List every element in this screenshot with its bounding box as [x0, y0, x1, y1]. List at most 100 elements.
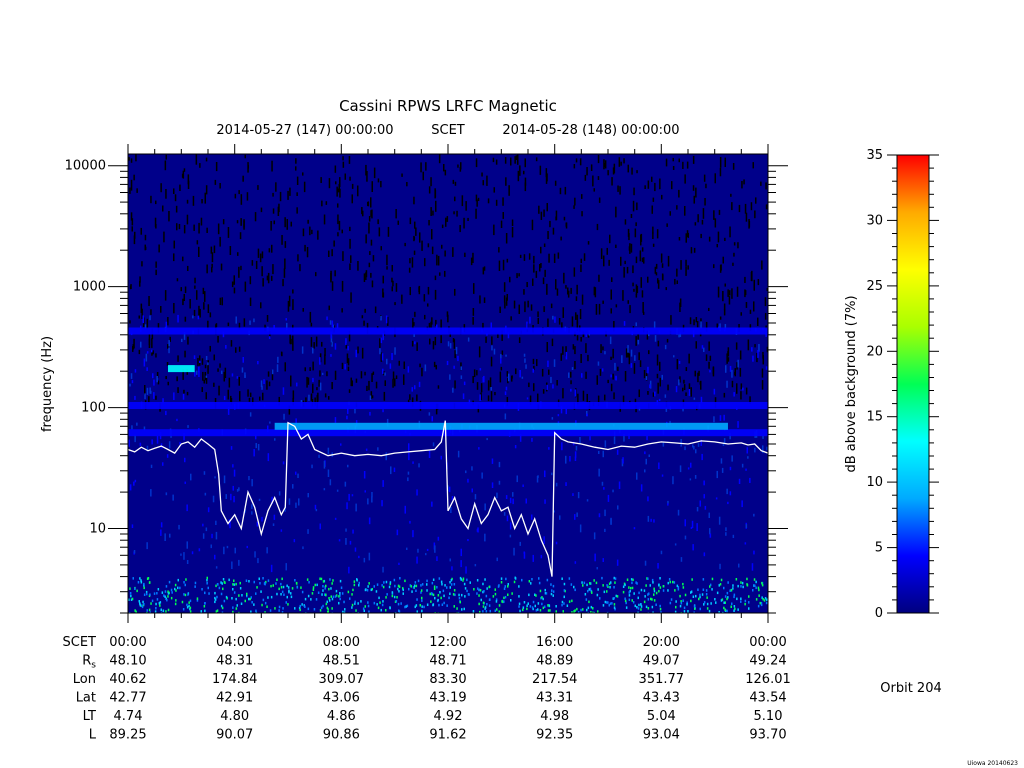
low-freq-speckle: [146, 592, 148, 596]
noise-mark: [487, 198, 490, 204]
noise-mark: [633, 288, 635, 292]
noise-mark: [175, 205, 178, 213]
noise-mark: [487, 380, 490, 391]
noise-mark: [603, 487, 605, 490]
noise-mark: [496, 557, 498, 562]
noise-mark: [215, 531, 218, 540]
noise-mark: [649, 384, 651, 389]
low-freq-speckle: [357, 602, 359, 605]
low-freq-speckle: [701, 593, 704, 596]
noise-mark: [247, 389, 249, 397]
low-freq-speckle: [269, 609, 272, 612]
noise-mark: [718, 209, 721, 215]
low-freq-speckle: [153, 592, 156, 595]
noise-mark: [327, 469, 330, 477]
noise-mark: [491, 458, 494, 464]
low-freq-speckle: [495, 600, 498, 603]
noise-mark: [324, 393, 327, 398]
ephemeris-value: 217.54: [532, 672, 578, 687]
low-freq-speckle: [182, 608, 185, 611]
noise-mark: [457, 164, 459, 168]
noise-mark: [472, 376, 474, 384]
colorbar-tick-label: 20: [866, 344, 883, 359]
noise-mark: [259, 396, 261, 401]
noise-mark: [240, 218, 242, 226]
noise-mark: [384, 380, 386, 386]
noise-mark: [693, 397, 696, 400]
colorbar-tick-label: 5: [875, 541, 883, 556]
low-freq-speckle: [421, 583, 424, 586]
low-freq-speckle: [266, 605, 268, 608]
noise-mark: [428, 220, 430, 226]
low-freq-speckle: [482, 605, 485, 608]
noise-mark: [349, 176, 351, 181]
noise-mark: [533, 264, 535, 273]
low-freq-speckle: [510, 599, 512, 602]
noise-mark: [486, 438, 488, 441]
noise-mark: [427, 286, 430, 295]
noise-mark: [652, 226, 654, 234]
noise-mark: [341, 229, 343, 234]
noise-mark: [575, 158, 578, 163]
noise-mark: [290, 375, 292, 387]
noise-mark: [484, 533, 486, 542]
noise-mark: [511, 375, 513, 382]
noise-mark: [351, 183, 354, 189]
noise-mark: [412, 461, 414, 464]
low-freq-speckle: [232, 583, 234, 586]
low-freq-speckle: [652, 581, 654, 584]
noise-mark: [690, 247, 693, 254]
low-freq-speckle: [255, 592, 257, 595]
colorbar-tick-label: 10: [866, 475, 883, 490]
noise-mark: [269, 421, 271, 424]
noise-mark: [240, 194, 243, 205]
noise-mark: [354, 408, 356, 414]
low-freq-speckle: [484, 607, 486, 610]
noise-mark: [593, 532, 596, 540]
noise-mark: [613, 392, 615, 400]
noise-mark: [426, 548, 429, 551]
noise-mark: [166, 362, 169, 366]
noise-mark: [139, 276, 141, 283]
noise-mark: [211, 263, 213, 268]
low-freq-speckle: [316, 583, 318, 587]
noise-mark: [535, 157, 538, 162]
noise-mark: [325, 201, 328, 205]
noise-mark: [249, 320, 251, 325]
noise-mark: [282, 279, 284, 287]
noise-mark: [727, 357, 730, 362]
noise-mark: [282, 387, 285, 395]
noise-mark: [210, 544, 212, 549]
low-freq-speckle: [571, 599, 573, 603]
low-freq-speckle: [766, 598, 768, 601]
low-freq-speckle: [391, 594, 394, 598]
noise-mark: [382, 288, 384, 298]
noise-mark: [236, 220, 239, 224]
low-freq-speckle: [238, 594, 240, 597]
low-freq-speckle: [148, 608, 151, 612]
low-freq-speckle: [216, 595, 218, 599]
noise-mark: [623, 158, 625, 164]
low-freq-speckle: [740, 600, 742, 603]
low-freq-speckle: [562, 610, 564, 613]
noise-mark: [144, 246, 147, 250]
noise-mark: [342, 251, 344, 261]
low-freq-speckle: [702, 578, 705, 581]
low-freq-speckle: [417, 579, 420, 583]
noise-mark: [636, 170, 638, 174]
noise-mark: [296, 176, 299, 185]
noise-mark: [360, 371, 363, 379]
low-freq-speckle: [690, 599, 692, 603]
noise-mark: [331, 382, 333, 390]
noise-mark: [221, 297, 223, 306]
low-freq-speckle: [373, 601, 376, 605]
noise-mark: [396, 529, 399, 536]
noise-mark: [501, 350, 504, 355]
noise-mark: [739, 350, 742, 360]
noise-mark: [227, 389, 229, 400]
noise-mark: [133, 550, 136, 554]
low-freq-speckle: [672, 580, 674, 584]
low-freq-speckle: [726, 591, 729, 595]
noise-mark: [262, 392, 264, 401]
ephemeris-value: 91.62: [429, 728, 466, 743]
